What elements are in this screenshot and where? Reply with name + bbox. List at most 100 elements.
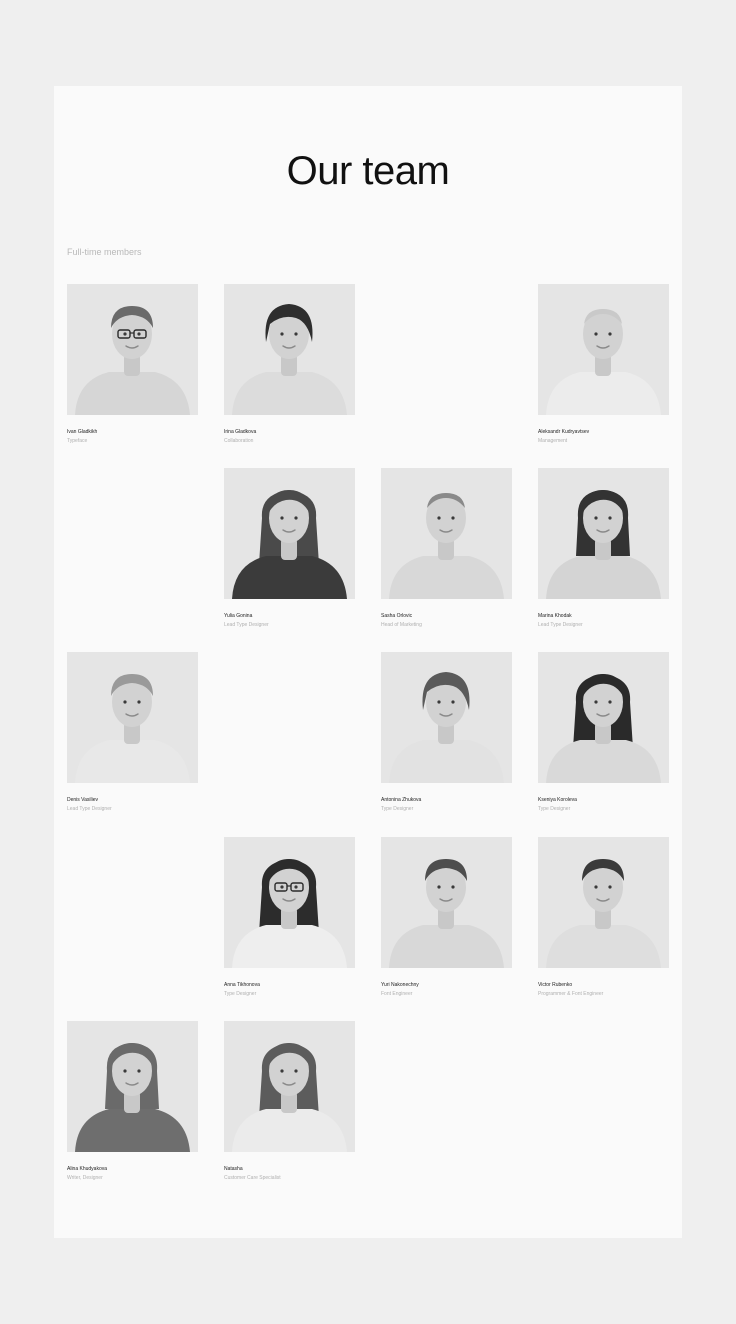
- member-role: Customer Care Specialist: [224, 1175, 281, 1181]
- portrait-graphic: [67, 1021, 198, 1152]
- portrait-graphic: [224, 284, 355, 415]
- member-photo[interactable]: [67, 1021, 198, 1152]
- eye: [594, 700, 598, 704]
- eye: [137, 332, 141, 336]
- portrait-graphic: [67, 284, 198, 415]
- eye: [594, 332, 598, 336]
- portrait-graphic: [538, 284, 669, 415]
- eye: [451, 700, 455, 704]
- eye: [294, 332, 298, 336]
- section-label-full-time: Full-time members: [67, 247, 142, 257]
- member-role: Lead Type Designer: [538, 622, 583, 628]
- eye: [294, 516, 298, 520]
- eye: [280, 885, 284, 889]
- eye: [123, 1069, 127, 1073]
- eye: [451, 885, 455, 889]
- portrait-graphic: [224, 1021, 355, 1152]
- member-photo[interactable]: [224, 284, 355, 415]
- member-name: Yulia Gonina: [224, 613, 253, 619]
- member-name: Natasha: [224, 1166, 243, 1172]
- member-role: Type Designer: [381, 806, 414, 812]
- page-title: Our team: [286, 149, 450, 193]
- member-name: Sasha Orlovic: [381, 613, 413, 619]
- eye: [280, 516, 284, 520]
- portrait-graphic: [538, 837, 669, 968]
- eye: [594, 885, 598, 889]
- eye: [280, 1069, 284, 1073]
- team-member[interactable]: Alina Khudyakova Writer, Designer: [67, 1021, 198, 1182]
- portrait-graphic: [381, 652, 512, 783]
- member-photo[interactable]: [224, 1021, 355, 1152]
- team-member[interactable]: Natasha Customer Care Specialist: [224, 1021, 355, 1182]
- eye: [608, 700, 612, 704]
- eye: [123, 332, 127, 336]
- member-photo[interactable]: [224, 468, 355, 599]
- eye: [123, 700, 127, 704]
- team-member[interactable]: Aleksandr Kudryavtsev Management: [538, 284, 669, 445]
- portrait-graphic: [538, 652, 669, 783]
- team-member[interactable]: Anna Tikhonova Type Designer: [224, 837, 355, 998]
- portrait-graphic: [381, 468, 512, 599]
- member-photo[interactable]: [538, 468, 669, 599]
- eye: [451, 516, 455, 520]
- member-name: Marina Khodak: [538, 613, 572, 619]
- member-name: Kseniya Koroleva: [538, 797, 577, 803]
- eye: [594, 516, 598, 520]
- eye: [437, 885, 441, 889]
- team-member[interactable]: Victor Rubenko Programmer & Font Enginee…: [538, 837, 669, 998]
- portrait-graphic: [224, 468, 355, 599]
- member-photo[interactable]: [67, 652, 198, 783]
- eye: [294, 1069, 298, 1073]
- member-photo[interactable]: [381, 468, 512, 599]
- member-role: Typeface: [67, 438, 88, 444]
- team-member[interactable]: Sasha Orlovic Head of Marketing: [381, 468, 512, 629]
- team-member[interactable]: Ivan Gladkikh Typeface: [67, 284, 198, 445]
- member-role: Collaboration: [224, 438, 254, 444]
- team-member[interactable]: Antonina Zhukova Type Designer: [381, 652, 512, 813]
- eye: [608, 516, 612, 520]
- member-photo[interactable]: [67, 284, 198, 415]
- eye: [437, 516, 441, 520]
- member-role: Font Engineer: [381, 991, 413, 997]
- portrait-graphic: [67, 652, 198, 783]
- member-photo[interactable]: [381, 837, 512, 968]
- member-name: Irina Gladkova: [224, 429, 257, 435]
- member-name: Yuri Nakonechny: [381, 982, 419, 988]
- portrait-graphic: [538, 468, 669, 599]
- member-name: Denis Vasiliev: [67, 797, 99, 803]
- portrait-graphic: [224, 837, 355, 968]
- team-member[interactable]: Denis Vasiliev Lead Type Designer: [67, 652, 198, 813]
- team-member[interactable]: Kseniya Koroleva Type Designer: [538, 652, 669, 813]
- eye: [608, 332, 612, 336]
- member-photo[interactable]: [538, 652, 669, 783]
- member-photo[interactable]: [224, 837, 355, 968]
- team-member[interactable]: Irina Gladkova Collaboration: [224, 284, 355, 445]
- member-name: Ivan Gladkikh: [67, 429, 98, 435]
- portrait-graphic: [381, 837, 512, 968]
- member-role: Type Designer: [224, 991, 257, 997]
- member-name: Aleksandr Kudryavtsev: [538, 429, 590, 435]
- member-photo[interactable]: [381, 652, 512, 783]
- eye: [137, 700, 141, 704]
- team-member[interactable]: Yulia Gonina Lead Type Designer: [224, 468, 355, 629]
- member-name: Victor Rubenko: [538, 982, 573, 988]
- member-name: Antonina Zhukova: [381, 797, 422, 803]
- member-role: Programmer & Font Engineer: [538, 991, 604, 997]
- member-photo[interactable]: [538, 284, 669, 415]
- eye: [137, 1069, 141, 1073]
- member-role: Head of Marketing: [381, 622, 422, 628]
- team-member[interactable]: Yuri Nakonechny Font Engineer: [381, 837, 512, 998]
- eye: [437, 700, 441, 704]
- eye: [294, 885, 298, 889]
- member-role: Management: [538, 438, 568, 444]
- team-member[interactable]: Marina Khodak Lead Type Designer: [538, 468, 669, 629]
- member-role: Lead Type Designer: [224, 622, 269, 628]
- member-photo[interactable]: [538, 837, 669, 968]
- member-role: Type Designer: [538, 806, 571, 812]
- member-role: Lead Type Designer: [67, 806, 112, 812]
- member-name: Anna Tikhonova: [224, 982, 260, 988]
- eye: [608, 885, 612, 889]
- member-name: Alina Khudyakova: [67, 1166, 108, 1172]
- member-role: Writer, Designer: [67, 1175, 103, 1181]
- eye: [280, 332, 284, 336]
